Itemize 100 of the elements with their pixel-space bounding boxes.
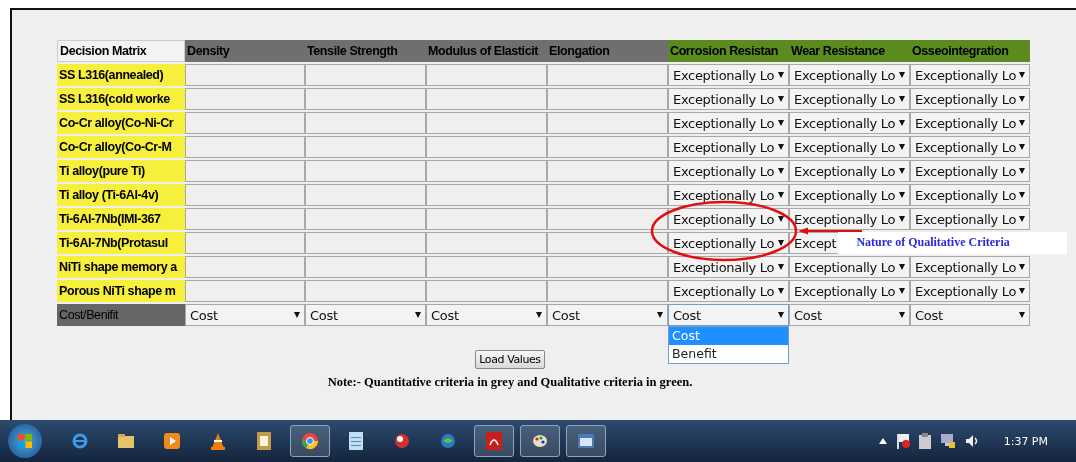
cost-dropdown[interactable]: Cost	[910, 304, 1030, 326]
grade-dropdown[interactable]: Exceptionally Lo	[789, 184, 910, 206]
cost-dropdown[interactable]: Cost	[185, 304, 305, 326]
start-button[interactable]	[8, 424, 42, 458]
column-header: Osseointegration	[910, 40, 1030, 62]
sphere-icon	[394, 433, 410, 449]
grade-dropdown[interactable]: Exceptionally Lo	[668, 136, 789, 158]
taskbar-button[interactable]	[290, 425, 330, 457]
cost-dropdown[interactable]: Cost	[305, 304, 426, 326]
value-field[interactable]	[305, 232, 426, 254]
cost-dropdown[interactable]: Cost	[547, 304, 668, 326]
value-field[interactable]	[547, 208, 668, 230]
grade-dropdown[interactable]: Exceptionally Lo	[668, 256, 789, 278]
arrow	[798, 227, 863, 235]
value-field[interactable]	[185, 64, 305, 86]
grade-dropdown[interactable]: Exceptionally Lo	[789, 160, 910, 182]
grade-dropdown[interactable]: Exceptionally Lo	[668, 232, 789, 254]
value-field[interactable]	[547, 136, 668, 158]
value-field[interactable]	[426, 208, 547, 230]
value-field[interactable]	[305, 160, 426, 182]
cost-dropdown[interactable]: Cost	[426, 304, 547, 326]
grade-dropdown[interactable]: Exceptionally Lo	[910, 136, 1030, 158]
value-field[interactable]	[305, 112, 426, 134]
grade-dropdown[interactable]: Exceptionally Lo	[668, 160, 789, 182]
value-field[interactable]	[305, 256, 426, 278]
grade-dropdown[interactable]: Exceptionally Lo	[910, 184, 1030, 206]
globe-icon	[440, 433, 456, 449]
value-field[interactable]	[185, 184, 305, 206]
value-field[interactable]	[185, 256, 305, 278]
cost-dropdown[interactable]: Cost	[668, 304, 789, 326]
grade-dropdown[interactable]: Exceptionally Lo	[789, 64, 910, 86]
value-field[interactable]	[305, 64, 426, 86]
value-field[interactable]	[547, 88, 668, 110]
value-field[interactable]	[185, 232, 305, 254]
grade-dropdown[interactable]: Exceptionally Lo	[668, 208, 789, 230]
note-text: Note:- Quantitative criteria in grey and Qualitative criteria in green.	[327, 375, 693, 390]
grade-dropdown[interactable]: Exceptionally Lo	[910, 160, 1030, 182]
clock[interactable]: 1:37 PM	[1003, 434, 1048, 448]
value-field[interactable]	[185, 112, 305, 134]
value-field[interactable]	[426, 232, 547, 254]
value-field[interactable]	[185, 160, 305, 182]
value-field[interactable]	[426, 88, 547, 110]
row-label: NiTi shape memory a	[57, 256, 185, 278]
grade-dropdown[interactable]: Exceptionally Lo	[668, 112, 789, 134]
grade-dropdown[interactable]: Exceptionally Lo	[910, 208, 1030, 230]
dropdown-option[interactable]: Benefit	[669, 345, 788, 363]
value-field[interactable]	[547, 256, 668, 278]
value-field[interactable]	[547, 184, 668, 206]
dropdown-arrow-icon	[1019, 312, 1025, 318]
taskbar-button[interactable]	[520, 425, 560, 457]
value-field[interactable]	[185, 88, 305, 110]
grade-dropdown[interactable]: Except	[789, 232, 839, 254]
value-field[interactable]	[426, 160, 547, 182]
value-field[interactable]	[185, 136, 305, 158]
column-header: Tensile Strength	[305, 40, 426, 62]
value-field[interactable]	[305, 136, 426, 158]
grade-dropdown[interactable]: Exceptionally Lo	[789, 280, 910, 302]
grade-dropdown[interactable]: Exceptionally Lo	[910, 112, 1030, 134]
value-field[interactable]	[426, 184, 547, 206]
value-field[interactable]	[185, 280, 305, 302]
grade-dropdown[interactable]: Exceptionally Lo	[910, 64, 1030, 86]
grade-dropdown[interactable]: Exceptionally Lo	[668, 280, 789, 302]
value-field[interactable]	[426, 136, 547, 158]
caret-icon[interactable]	[878, 438, 887, 444]
column-header: Corrosion Resistan	[668, 40, 789, 62]
grade-dropdown[interactable]: Exceptionally Lo	[789, 112, 910, 134]
value-field[interactable]	[547, 64, 668, 86]
load-values-button[interactable]: Load Values	[475, 350, 545, 369]
value-field[interactable]	[185, 208, 305, 230]
value-field[interactable]	[547, 160, 668, 182]
grade-dropdown[interactable]: Exceptionally Lo	[789, 256, 910, 278]
grade-dropdown[interactable]: Exceptionally Lo	[668, 88, 789, 110]
grade-dropdown[interactable]: Exceptionally Lo	[910, 256, 1030, 278]
value-field[interactable]	[426, 112, 547, 134]
clipboard-icon[interactable]	[918, 433, 931, 449]
value-field[interactable]	[426, 256, 547, 278]
value-field[interactable]	[547, 232, 668, 254]
value-field[interactable]	[426, 280, 547, 302]
value-field[interactable]	[547, 112, 668, 134]
window-icon	[578, 434, 594, 448]
column-header: Density	[185, 40, 305, 62]
grade-dropdown[interactable]: Exceptionally Lo	[910, 280, 1030, 302]
grade-dropdown[interactable]: Exceptionally Lo	[668, 184, 789, 206]
grade-dropdown[interactable]: Exceptionally Lo	[668, 64, 789, 86]
value-field[interactable]	[305, 184, 426, 206]
grade-dropdown[interactable]: Exceptionally Lo	[789, 136, 910, 158]
value-field[interactable]	[547, 280, 668, 302]
value-field[interactable]	[305, 88, 426, 110]
grade-dropdown[interactable]: Exceptionally Lo	[910, 88, 1030, 110]
value-field[interactable]	[305, 208, 426, 230]
cost-dropdown[interactable]: Cost	[789, 304, 910, 326]
network-icon[interactable]	[939, 433, 956, 449]
taskbar-button[interactable]	[566, 425, 606, 457]
value-field[interactable]	[305, 280, 426, 302]
flag-icon[interactable]	[895, 433, 910, 449]
grade-dropdown[interactable]: Exceptionally Lo	[789, 208, 910, 230]
grade-dropdown[interactable]: Exceptionally Lo	[789, 88, 910, 110]
logo-icon	[17, 433, 33, 449]
dropdown-arrow-icon	[1019, 192, 1025, 198]
value-field[interactable]	[426, 64, 547, 86]
